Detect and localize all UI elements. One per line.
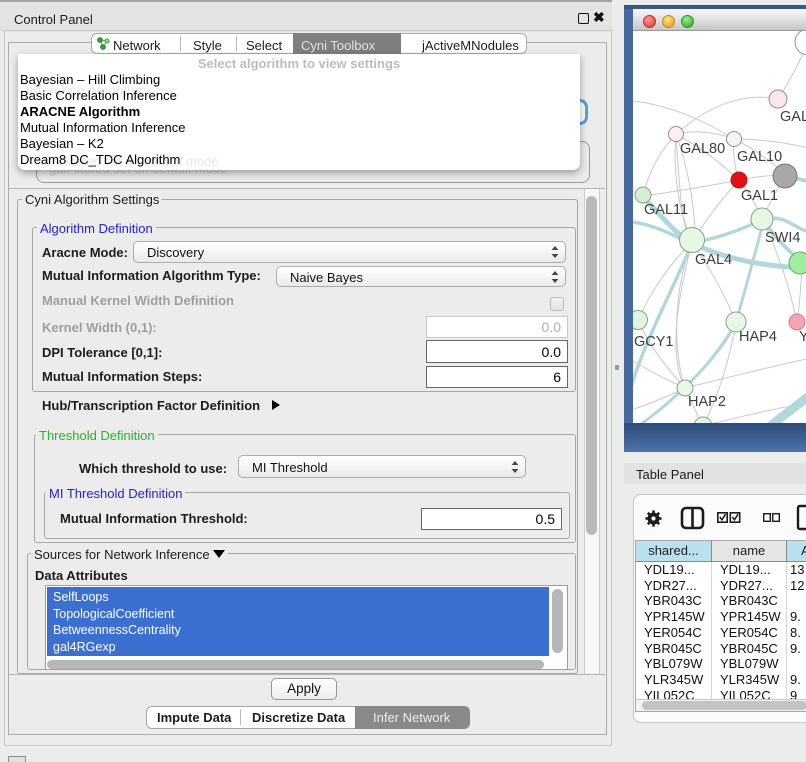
svg-text:GAL11: GAL11 <box>644 202 688 218</box>
svg-text:YJ: YJ <box>799 329 806 345</box>
svg-text:GAL7: GAL7 <box>780 109 806 125</box>
svg-text:GCY1: GCY1 <box>634 334 674 350</box>
svg-text:HAP4: HAP4 <box>739 329 777 345</box>
svg-text:SWI4: SWI4 <box>765 230 800 246</box>
svg-text:GAL80: GAL80 <box>680 141 725 157</box>
svg-text:GAL10: GAL10 <box>737 149 782 165</box>
svg-text:HAP2: HAP2 <box>688 394 726 410</box>
svg-text:GAL1: GAL1 <box>741 188 778 204</box>
svg-text:GAL4: GAL4 <box>695 252 732 268</box>
